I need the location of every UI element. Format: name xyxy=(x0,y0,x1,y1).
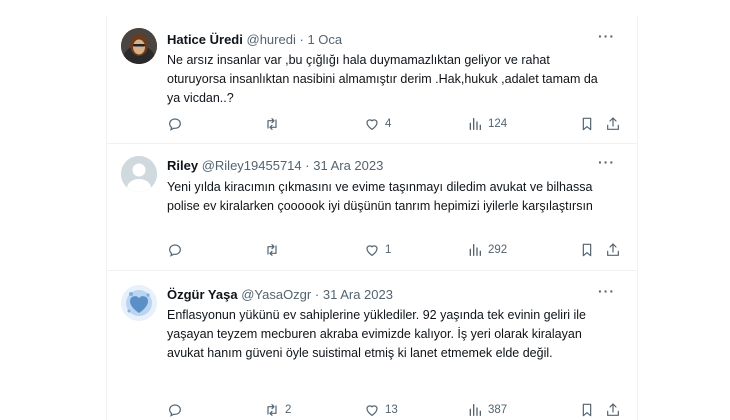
like-count: 1 xyxy=(385,244,392,256)
share-icon xyxy=(607,243,619,256)
user-handle[interactable]: @Riley19455714 xyxy=(202,158,302,173)
tweet-feed: Hatice Üredi @huredi · 1 Oca ··· Ne arsı… xyxy=(106,16,638,420)
separator-dot: · xyxy=(305,158,310,173)
tweet-date[interactable]: 31 Ara 2023 xyxy=(313,158,383,173)
more-options-icon[interactable]: ··· xyxy=(598,154,615,170)
tweet-3[interactable]: Özgür Yaşa @YasaOzgr · 31 Ara 2023 ··· E… xyxy=(107,271,637,420)
views-chart-icon xyxy=(469,244,481,256)
bookmark-icon xyxy=(582,117,592,131)
reply-button[interactable] xyxy=(167,242,188,258)
view-count: 387 xyxy=(488,404,508,416)
retweet-icon xyxy=(267,118,277,130)
heart-icon xyxy=(366,119,378,130)
tweet-text: Enflasyonun yükünü ev sahiplerine yükled… xyxy=(167,308,587,360)
retweet-button[interactable] xyxy=(264,242,285,258)
retweet-button[interactable] xyxy=(264,116,285,132)
view-count: 292 xyxy=(488,244,508,256)
share-button[interactable] xyxy=(605,242,621,258)
views-chart-icon xyxy=(469,404,481,416)
views-button[interactable]: 124 xyxy=(467,116,507,132)
views-button[interactable]: 387 xyxy=(467,402,507,418)
retweet-button[interactable]: 2 xyxy=(264,402,291,418)
bookmark-icon xyxy=(582,243,592,257)
reply-button[interactable] xyxy=(167,402,188,418)
tweet-header: Özgür Yaşa @YasaOzgr · 31 Ara 2023 xyxy=(167,287,393,302)
bookmark-icon xyxy=(582,403,592,417)
display-name[interactable]: Özgür Yaşa xyxy=(167,287,238,302)
retweet-icon xyxy=(267,244,277,256)
separator-dot: · xyxy=(299,32,304,47)
bookmark-button[interactable] xyxy=(579,116,595,132)
tweet-header: Hatice Üredi @huredi · 1 Oca xyxy=(167,32,342,47)
tweet-actions: 4 124 xyxy=(167,116,622,134)
like-button[interactable]: 1 xyxy=(364,242,391,258)
tweet-actions: 2 13 387 xyxy=(167,402,622,420)
user-handle[interactable]: @YasaOzgr xyxy=(241,287,311,302)
like-count: 4 xyxy=(385,118,392,130)
retweet-icon xyxy=(267,404,277,416)
bookmark-button[interactable] xyxy=(579,242,595,258)
tweet-text: Ne arsız insanlar var ,bu çığlığı hala d… xyxy=(167,53,598,105)
tweet-date[interactable]: 31 Ara 2023 xyxy=(323,287,393,302)
retweet-count: 2 xyxy=(285,404,292,416)
share-button[interactable] xyxy=(605,116,621,132)
share-icon xyxy=(607,403,619,416)
like-count: 13 xyxy=(385,404,398,416)
user-handle[interactable]: @huredi xyxy=(247,32,296,47)
reply-icon xyxy=(169,118,181,131)
separator-dot: · xyxy=(314,287,320,302)
bookmark-button[interactable] xyxy=(579,402,595,418)
heart-icon xyxy=(366,405,378,416)
tweet-date[interactable]: 1 Oca xyxy=(307,32,342,47)
reply-button[interactable] xyxy=(167,116,188,132)
share-button[interactable] xyxy=(605,402,621,418)
more-options-icon[interactable]: ··· xyxy=(598,283,615,299)
reply-icon xyxy=(169,404,181,417)
more-options-icon[interactable]: ··· xyxy=(598,28,615,44)
display-name[interactable]: Riley xyxy=(167,158,198,173)
heart-icon xyxy=(366,245,378,256)
avatar[interactable] xyxy=(121,28,157,64)
avatar[interactable] xyxy=(121,156,157,192)
avatar[interactable] xyxy=(121,285,157,321)
reply-icon xyxy=(169,244,181,257)
like-button[interactable]: 13 xyxy=(364,402,398,418)
views-chart-icon xyxy=(469,118,481,130)
tweet-actions: 1 292 xyxy=(167,242,622,260)
tweet-2[interactable]: Riley @Riley19455714 · 31 Ara 2023 ··· Y… xyxy=(107,144,637,271)
display-name[interactable]: Hatice Üredi xyxy=(167,32,243,47)
tweet-text: Yeni yılda kiracımın çıkmasını ve evime … xyxy=(167,180,593,213)
like-button[interactable]: 4 xyxy=(364,116,391,132)
tweet-1[interactable]: Hatice Üredi @huredi · 1 Oca ··· Ne arsı… xyxy=(107,16,637,144)
tweet-header: Riley @Riley19455714 · 31 Ara 2023 xyxy=(167,158,383,173)
view-count: 124 xyxy=(488,118,508,130)
share-icon xyxy=(607,117,619,130)
views-button[interactable]: 292 xyxy=(467,242,507,258)
